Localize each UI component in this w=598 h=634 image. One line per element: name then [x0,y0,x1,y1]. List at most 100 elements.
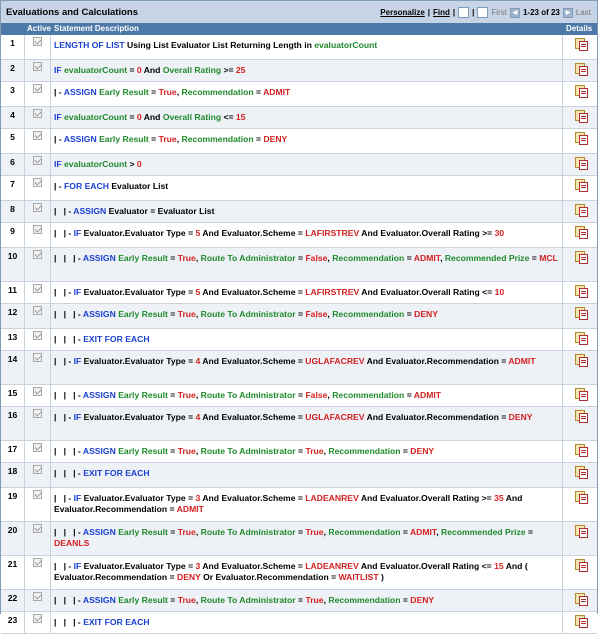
table-row: 20 | | | - ASSIGN Early Result = True, Ro… [1,522,597,556]
active-checkbox[interactable] [33,558,42,567]
row-number: 10 [1,248,25,281]
details-icon[interactable] [574,307,588,320]
details-icon[interactable] [574,285,588,298]
statement-token: ADMIT [508,356,536,366]
statement-token: 0 [136,159,142,169]
active-checkbox[interactable] [33,84,42,93]
active-checkbox[interactable] [33,524,42,533]
statement-description: | | - IF Evaluator.Evaluator Type = 5 An… [51,223,563,247]
statement-token: = [295,356,306,366]
details-icon[interactable] [574,251,588,264]
active-checkbox[interactable] [33,387,42,396]
statement-token: = [167,503,177,514]
statement-token: Recommended Prize [441,527,526,537]
active-checkbox[interactable] [33,156,42,165]
details-icon[interactable] [574,132,588,145]
description-column-header: Statement Description [54,24,139,33]
statement-token: Evaluator.Recommendation [385,356,499,366]
statement-token: = [147,206,158,216]
details-icon[interactable] [574,85,588,98]
details-icon[interactable] [574,38,588,51]
active-checkbox[interactable] [33,37,42,46]
statement-token: = [295,309,306,319]
statement-token: | - [54,181,65,191]
active-checkbox[interactable] [33,284,42,293]
details-cell [563,522,597,555]
active-cell [25,329,51,350]
active-checkbox[interactable] [33,490,42,499]
statement-token: And [200,228,222,238]
statement-token: | | - [54,356,74,366]
active-checkbox[interactable] [33,592,42,601]
details-icon[interactable] [574,179,588,192]
statement-token: = [295,561,306,571]
row-number: 2 [1,60,25,81]
statement-token: = [185,412,196,422]
statement-token: = [295,595,306,605]
details-icon[interactable] [574,410,588,423]
statement-token: Evaluator.Evaluator Type [83,228,186,238]
previous-arrow-icon[interactable]: ◀ [509,7,520,18]
statement-token: LENGTH OF LIST [54,40,125,50]
details-icon[interactable] [574,204,588,217]
statement-token: Route To Administrator [200,595,296,605]
statement-token: ADMIT [413,253,441,263]
details-cell [563,248,597,281]
find-link[interactable]: Find [433,8,450,17]
statement-token: Recommendation [181,87,254,97]
statement-token: Early Result [99,87,149,97]
view-all-icon[interactable] [458,7,470,18]
table-row: 9 | | - IF Evaluator.Evaluator Type = 5 A… [1,223,597,248]
active-cell [25,248,51,281]
details-icon[interactable] [574,525,588,538]
active-checkbox[interactable] [33,443,42,452]
active-cell [25,488,51,521]
details-icon[interactable] [574,491,588,504]
details-icon[interactable] [574,615,588,628]
statement-token: | | | - [54,309,83,319]
active-checkbox[interactable] [33,225,42,234]
details-icon[interactable] [574,226,588,239]
active-checkbox[interactable] [33,331,42,340]
active-cell [25,176,51,200]
details-icon[interactable] [574,332,588,345]
active-checkbox[interactable] [33,306,42,315]
active-checkbox[interactable] [33,409,42,418]
active-checkbox[interactable] [33,250,42,259]
active-checkbox[interactable] [33,203,42,212]
statement-token: = [167,390,178,400]
active-checkbox[interactable] [33,109,42,118]
statement-token: Evaluator.Evaluator Type [83,493,186,503]
statement-token: Evaluator.Overall Rating [380,228,480,238]
download-icon[interactable] [477,7,489,18]
statement-token: = [404,253,414,263]
active-checkbox[interactable] [33,353,42,362]
statement-token: = [404,309,415,319]
details-icon[interactable] [574,110,588,123]
details-icon[interactable] [574,63,588,76]
details-icon[interactable] [574,388,588,401]
details-icon[interactable] [574,444,588,457]
details-icon[interactable] [574,466,588,479]
personalize-link[interactable]: Personalize [380,8,424,17]
details-icon[interactable] [574,354,588,367]
active-checkbox[interactable] [33,62,42,71]
details-cell [563,304,597,328]
statement-token: And [200,493,222,503]
active-checkbox[interactable] [33,131,42,140]
active-checkbox[interactable] [33,614,42,623]
next-arrow-icon[interactable]: ▶ [562,7,573,18]
details-icon[interactable] [574,593,588,606]
statement-token: | | - [54,228,74,238]
table-row: 22 | | | - ASSIGN Early Result = True, Ro… [1,590,597,612]
statement-token: Evaluator.Evaluator Type [83,412,186,422]
last-link[interactable]: Last [576,8,591,17]
statement-description: | | - IF Evaluator.Evaluator Type = 3 An… [51,488,563,521]
statement-token: = [404,390,414,400]
first-link[interactable]: First [491,8,507,17]
details-icon[interactable] [574,559,588,572]
active-checkbox[interactable] [33,465,42,474]
statement-token: Recommendation [332,309,405,319]
details-icon[interactable] [574,157,588,170]
active-checkbox[interactable] [33,178,42,187]
